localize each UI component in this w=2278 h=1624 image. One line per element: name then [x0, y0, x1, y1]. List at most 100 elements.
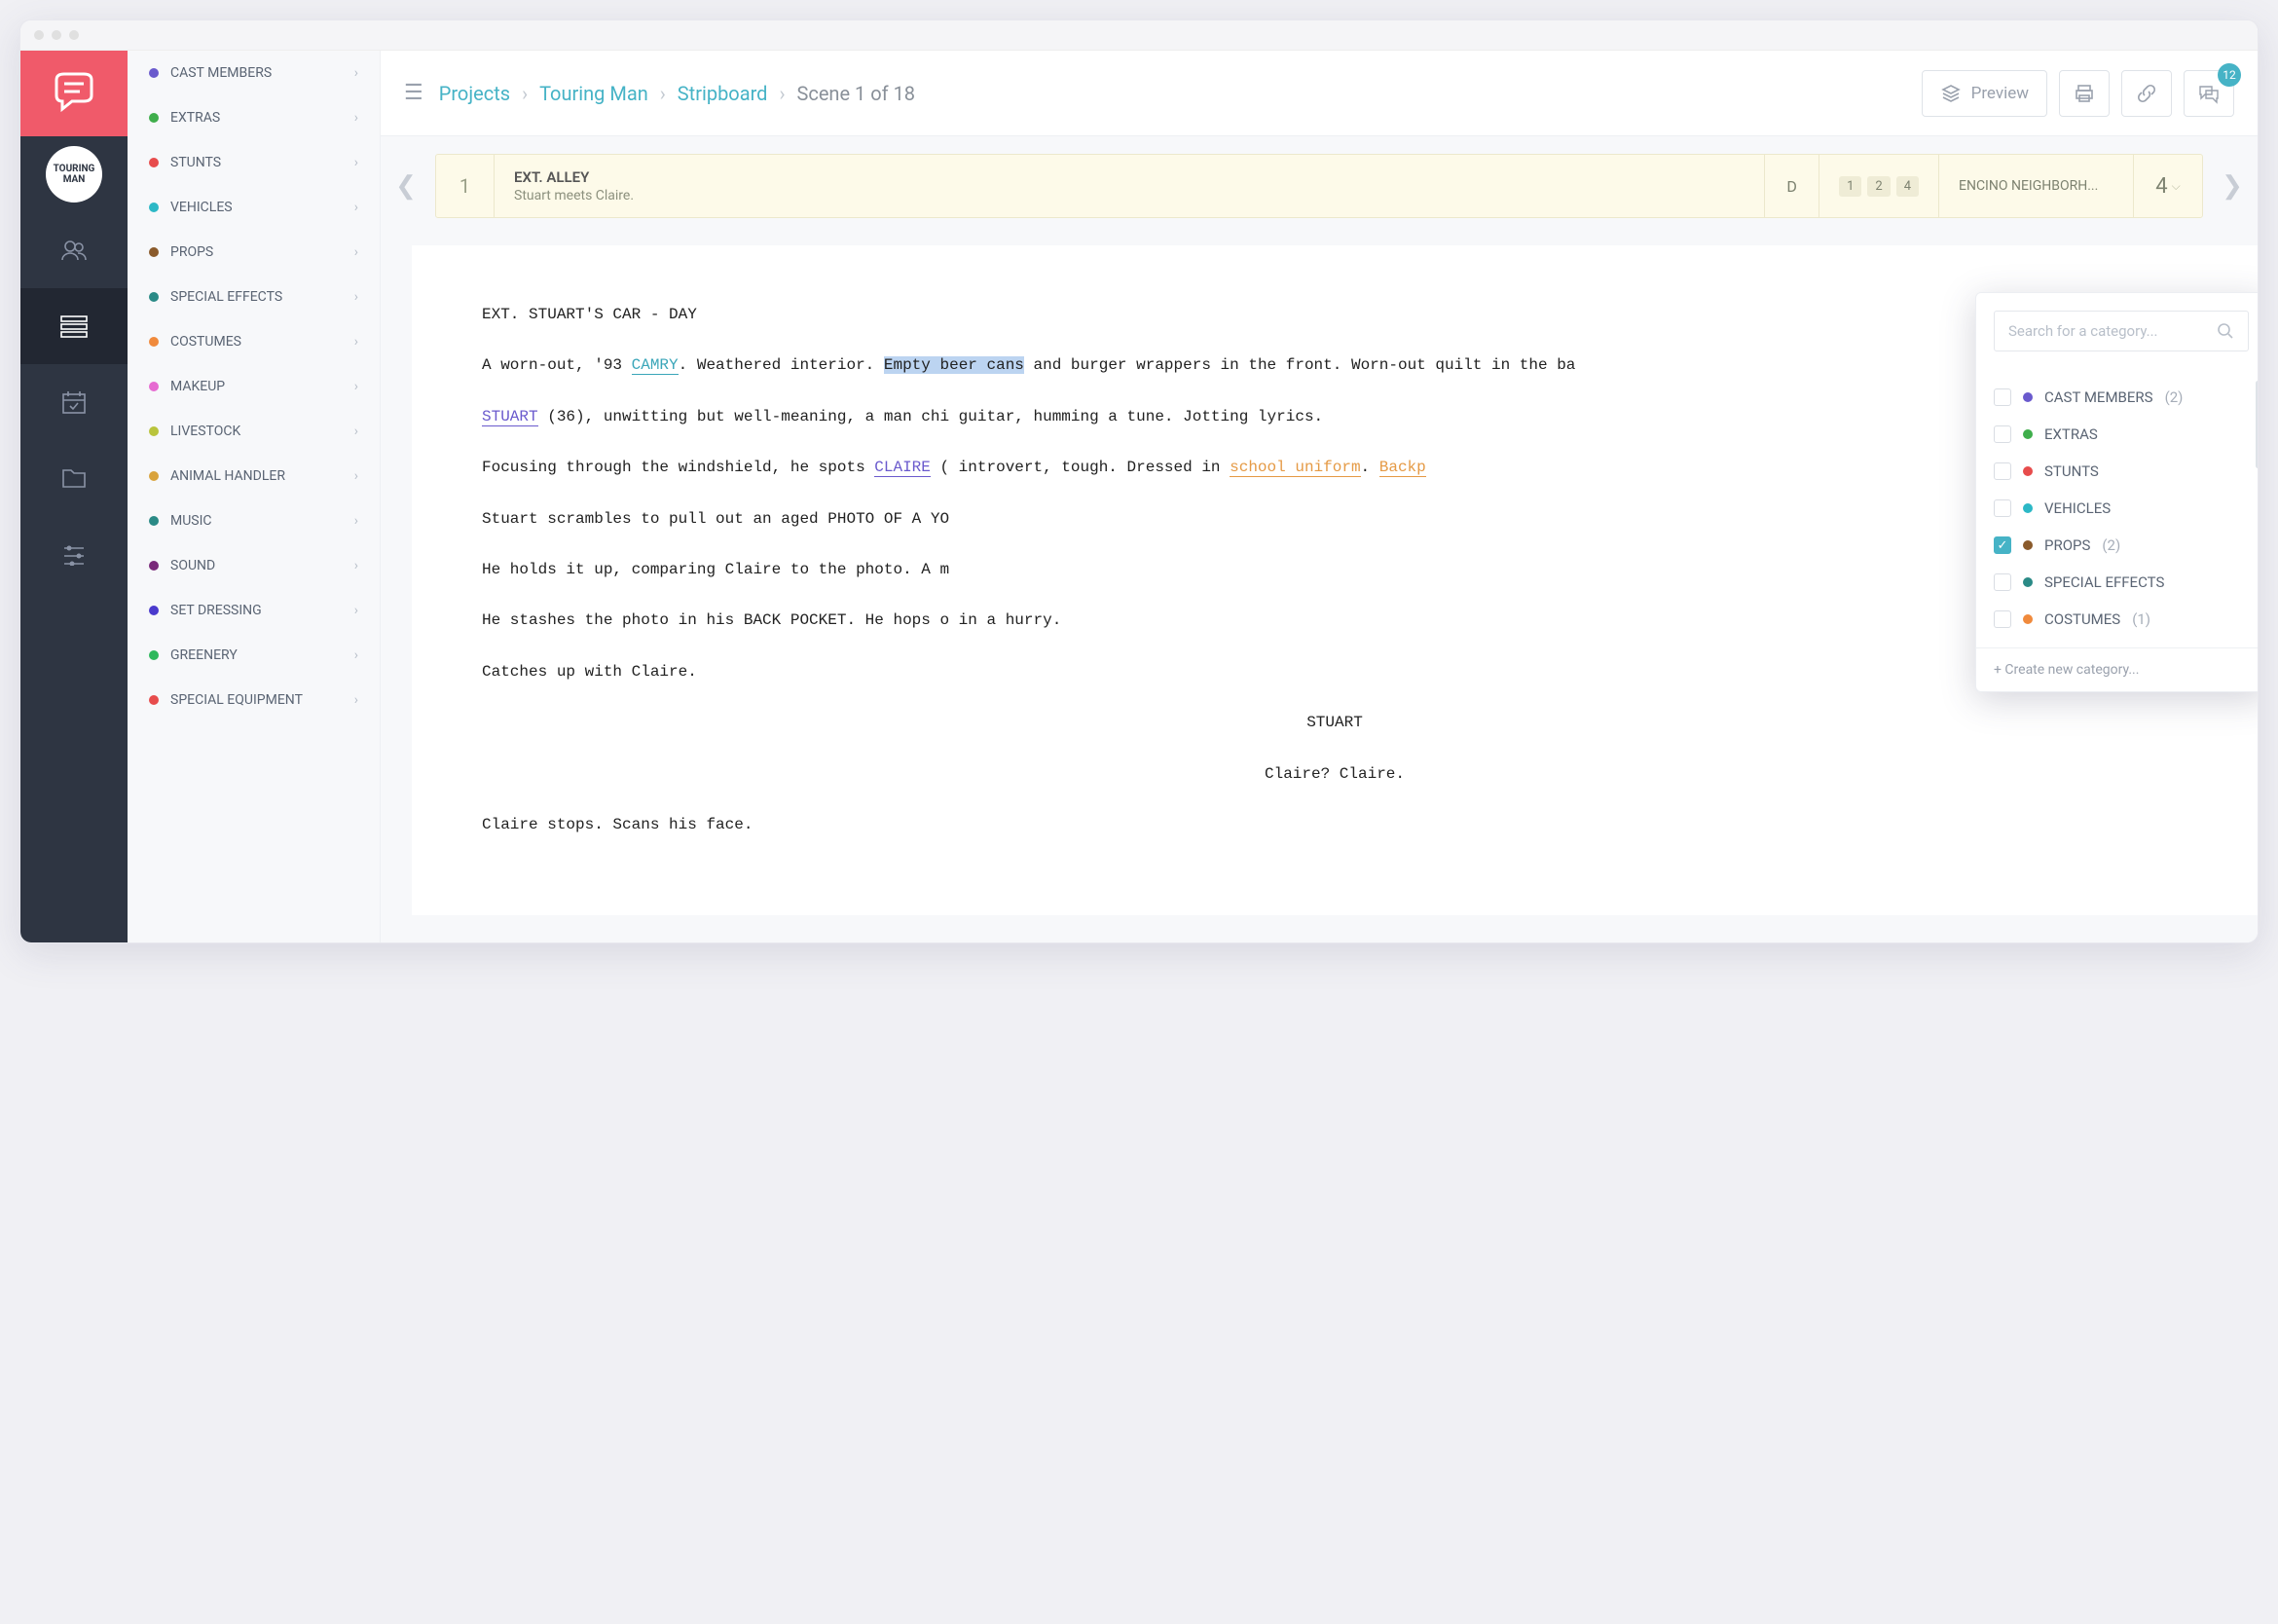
rail-item-calendar[interactable]	[20, 364, 128, 440]
picker-category-row[interactable]: COSTUMES(1)	[1978, 601, 2259, 638]
scene-synopsis: Stuart meets Claire.	[514, 188, 634, 203]
rail-item-settings[interactable]	[20, 516, 128, 592]
category-dot-icon	[149, 606, 159, 615]
checkbox[interactable]	[1994, 610, 2011, 628]
project-badge-item[interactable]: TOURING MAN	[20, 136, 128, 212]
chevron-right-icon: ›	[354, 65, 358, 81]
picker-item-label: PROPS	[2044, 536, 2090, 554]
category-dot-icon	[149, 426, 159, 436]
scene-pages[interactable]: 4 ⌵	[2134, 155, 2202, 217]
tagged-character[interactable]: STUART	[482, 408, 538, 426]
category-dot-icon	[149, 113, 159, 123]
next-scene-button[interactable]: ❯	[2211, 156, 2254, 216]
print-button[interactable]	[2059, 70, 2110, 117]
scene-description: EXT. ALLEY Stuart meets Claire.	[495, 155, 1765, 217]
scene-number: 1	[436, 155, 495, 217]
scene-character-tags: 124	[1819, 155, 1939, 217]
category-dot-icon	[2023, 503, 2033, 513]
rail-item-people[interactable]	[20, 212, 128, 288]
picker-category-row[interactable]: CAST MEMBERS(2)	[1978, 379, 2259, 416]
sidebar-item[interactable]: SET DRESSING›	[128, 588, 380, 633]
checkbox[interactable]	[1994, 425, 2011, 443]
script-line: A worn-out, '93 CAMRY. Weathered interio…	[482, 351, 2187, 380]
character-tag: 1	[1839, 176, 1861, 197]
chat-button[interactable]: 12	[2184, 70, 2234, 117]
sidebar-item[interactable]: MAKEUP›	[128, 364, 380, 409]
window-controls	[20, 20, 2258, 51]
sidebar-item[interactable]: PROPS›	[128, 230, 380, 275]
project-badge: TOURING MAN	[46, 146, 102, 203]
brand-logo[interactable]	[20, 51, 128, 136]
preview-button[interactable]: Preview	[1922, 70, 2047, 117]
category-dot-icon	[149, 68, 159, 78]
picker-item-label: SPECIAL EFFECTS	[2044, 573, 2164, 591]
sidebar-item-label: SPECIAL EQUIPMENT	[170, 692, 303, 708]
category-picker: Search for a category... CAST MEMBERS(2)…	[1975, 292, 2259, 692]
chevron-right-icon: ›	[354, 424, 358, 439]
sidebar-item[interactable]: MUSIC›	[128, 498, 380, 543]
project-badge-label: TOURING MAN	[46, 164, 102, 185]
crumb-project[interactable]: Touring Man	[539, 82, 648, 105]
checkbox[interactable]	[1994, 573, 2011, 591]
tagged-prop-highlight[interactable]: Empty beer cans	[884, 356, 1024, 374]
rail-item-stripboard[interactable]	[20, 288, 128, 364]
picker-category-row[interactable]: STUNTS	[1978, 453, 2259, 490]
sidebar-item[interactable]: SPECIAL EQUIPMENT›	[128, 678, 380, 722]
checkbox[interactable]	[1994, 388, 2011, 406]
crumb-view[interactable]: Stripboard	[678, 82, 768, 105]
picker-category-row[interactable]: EXTRAS	[1978, 416, 2259, 453]
sidebar-item[interactable]: LIVESTOCK›	[128, 409, 380, 454]
picker-search: Search for a category...	[1976, 293, 2259, 369]
character-tag: 4	[1896, 176, 1919, 197]
checkbox[interactable]	[1994, 499, 2011, 517]
tagged-character[interactable]: CLAIRE	[874, 459, 931, 477]
sidebar-item-label: MUSIC	[170, 513, 212, 529]
tagged-vehicle[interactable]: CAMRY	[632, 356, 679, 375]
picker-category-row[interactable]: ✓PROPS(2)	[1978, 527, 2259, 564]
sidebar-item[interactable]: STUNTS›	[128, 140, 380, 185]
prev-scene-button[interactable]: ❮	[385, 156, 427, 216]
sidebar-item[interactable]: CAST MEMBERS›	[128, 51, 380, 95]
sidebar-item[interactable]: SOUND›	[128, 543, 380, 588]
picker-list[interactable]: CAST MEMBERS(2)EXTRASSTUNTSVEHICLES ✓ PROP…	[1976, 369, 2259, 647]
link-button[interactable]	[2121, 70, 2172, 117]
create-category-button[interactable]: + Create new category...	[1976, 647, 2259, 691]
sidebar-item[interactable]: ANIMAL HANDLER ›	[128, 454, 380, 498]
picker-item-label: CAST MEMBERS	[2044, 388, 2153, 406]
picker-category-row[interactable]: SPECIAL EFFECTS	[1978, 564, 2259, 601]
chevron-right-icon: ›	[354, 603, 358, 618]
tagged-costume[interactable]: Backp	[1379, 459, 1426, 477]
scene-strip[interactable]: 1 EXT. ALLEY Stuart meets Claire. D 124 …	[435, 154, 2203, 218]
content: ❮ 1 EXT. ALLEY Stuart meets Claire. D 12…	[381, 136, 2258, 942]
search-input[interactable]: Search for a category...	[1994, 311, 2249, 351]
stack-icon	[1940, 83, 1962, 104]
picker-category-row[interactable]: VEHICLES	[1978, 490, 2259, 527]
sidebar-item-label: MAKEUP	[170, 379, 225, 394]
search-placeholder: Search for a category...	[2008, 322, 2217, 340]
sidebar-item-label: ANIMAL HANDLER	[170, 468, 285, 484]
category-dot-icon	[149, 337, 159, 347]
sidebar-item[interactable]: EXTRAS›	[128, 95, 380, 140]
window-dot	[52, 30, 61, 40]
tagged-costume[interactable]: school uniform	[1230, 459, 1360, 477]
crumb-projects[interactable]: Projects	[439, 82, 510, 105]
checkbox[interactable]	[1994, 462, 2011, 480]
sidebar-item[interactable]: GREENERY›	[128, 633, 380, 678]
rail-item-folder[interactable]	[20, 440, 128, 516]
category-dot-icon	[149, 561, 159, 571]
chevron-right-icon: ›	[354, 200, 358, 215]
sidebar-item-label: VEHICLES	[170, 200, 233, 215]
folder-icon	[60, 465, 88, 491]
hamburger-icon[interactable]: ☰	[404, 81, 423, 105]
scrollbar[interactable]	[2256, 381, 2259, 468]
sliders-icon	[60, 542, 88, 566]
category-sidebar: CAST MEMBERS›EXTRAS›STUNTS› VEHICLES › PROP…	[128, 51, 381, 942]
checkbox[interactable]: ✓	[1994, 536, 2011, 554]
category-dot-icon	[149, 695, 159, 705]
chevron-right-icon: ›	[354, 289, 358, 305]
chevron-right-icon: ›	[354, 468, 358, 484]
sidebar-item[interactable]: VEHICLES ›	[128, 185, 380, 230]
sidebar-item[interactable]: SPECIAL EFFECTS›	[128, 275, 380, 319]
sidebar-item[interactable]: COSTUMES›	[128, 319, 380, 364]
crumb-current: Scene 1 of 18	[796, 82, 915, 105]
